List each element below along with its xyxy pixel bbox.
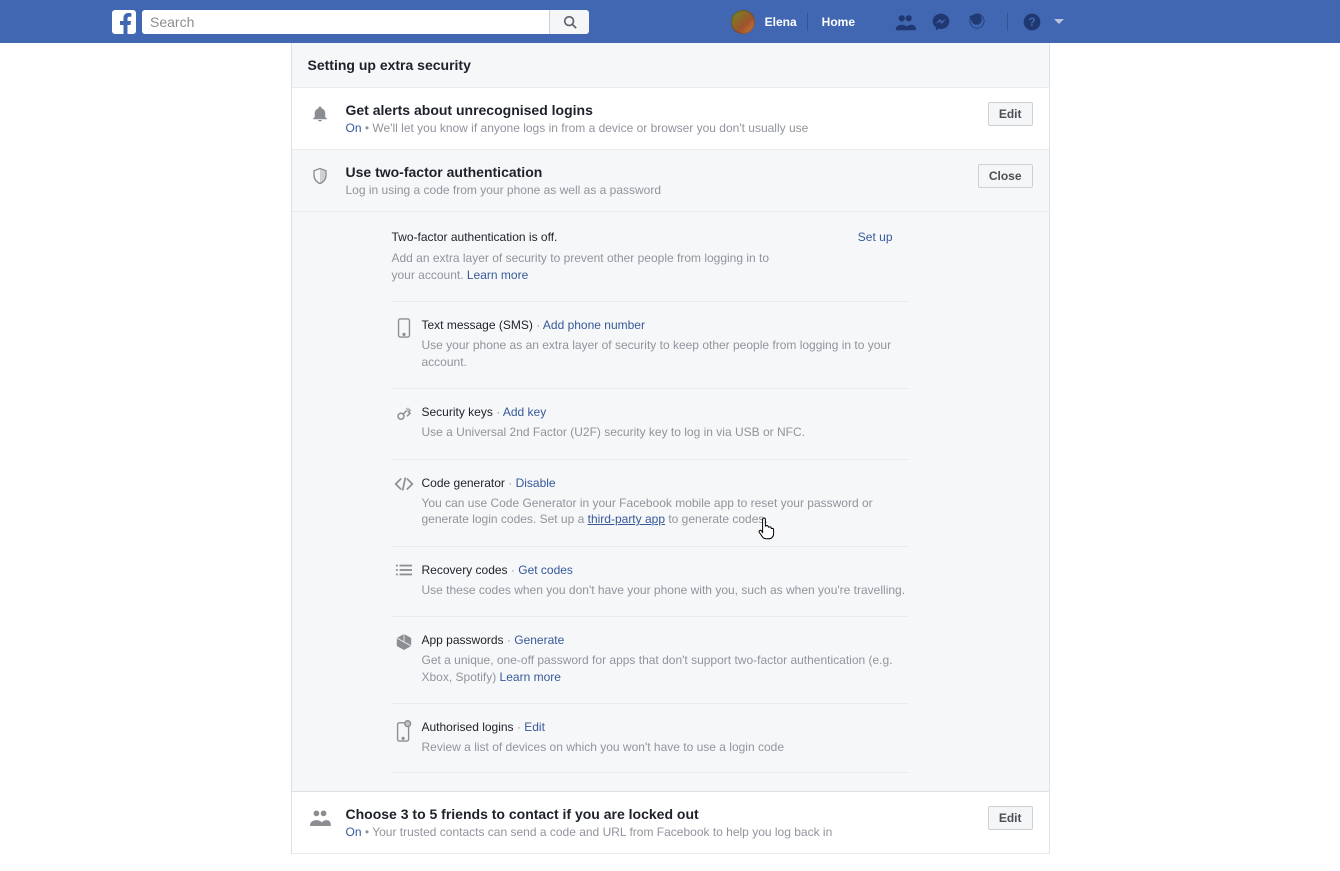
recovery-desc: Use these codes when you don't have your… <box>422 582 909 599</box>
keys-title: Security keys <box>422 405 493 419</box>
avatar[interactable] <box>731 10 755 34</box>
home-link[interactable]: Home <box>814 15 863 29</box>
cube-icon <box>392 633 416 685</box>
friend-requests-icon[interactable] <box>893 10 917 34</box>
search-button[interactable] <box>549 10 589 34</box>
topbar-right: Elena Home ? <box>731 0 1340 43</box>
account-menu-caret[interactable] <box>1054 19 1064 24</box>
apppw-learn-more-link[interactable]: Learn more <box>500 670 561 684</box>
topbar: Elena Home ? <box>0 0 1340 43</box>
trusted-desc: Your trusted contacts can send a code an… <box>372 825 832 839</box>
method-app-passwords: App passwords · Generate Get a unique, o… <box>392 616 909 685</box>
tfa-learn-more-link[interactable]: Learn more <box>467 268 528 282</box>
method-authorised-logins: Authorised logins · Edit Review a list o… <box>392 703 909 773</box>
recovery-get-codes-link[interactable]: Get codes <box>518 563 573 577</box>
profile-link[interactable]: Elena <box>761 15 801 29</box>
divider <box>1007 13 1008 31</box>
third-party-app-link[interactable]: third-party app <box>588 512 665 526</box>
alerts-desc: We'll let you know if anyone logs in fro… <box>372 121 808 135</box>
tfa-setup-link[interactable]: Set up <box>858 230 1033 283</box>
sms-add-phone-link[interactable]: Add phone number <box>543 318 645 332</box>
tfa-status-line: Two-factor authentication is off. <box>392 230 858 244</box>
codegen-disable-link[interactable]: Disable <box>516 476 556 490</box>
key-icon <box>392 405 416 441</box>
divider <box>807 13 808 31</box>
code-icon <box>392 476 416 528</box>
trusted-contacts-card: Choose 3 to 5 friends to contact if you … <box>292 791 1049 854</box>
alerts-edit-button[interactable]: Edit <box>988 102 1033 126</box>
auth-edit-link[interactable]: Edit <box>524 720 545 734</box>
apppw-desc: Get a unique, one-off password for apps … <box>422 652 909 685</box>
alerts-card: Get alerts about unrecognised logins On … <box>292 88 1049 150</box>
trusted-status: On <box>346 825 362 839</box>
list-icon <box>392 563 416 599</box>
apppw-title: App passwords <box>422 633 504 647</box>
alerts-title: Get alerts about unrecognised logins <box>346 102 988 118</box>
tfa-status-desc: Add an extra layer of security to preven… <box>392 250 772 283</box>
alerts-status: On <box>346 121 362 135</box>
friends-icon <box>308 808 332 826</box>
search-input[interactable] <box>142 10 549 34</box>
trusted-edit-button[interactable]: Edit <box>988 806 1033 830</box>
tfa-sub: Log in using a code from your phone as w… <box>346 183 662 197</box>
tfa-close-button[interactable]: Close <box>978 164 1033 188</box>
notifications-icon[interactable] <box>965 10 989 34</box>
auth-title: Authorised logins <box>422 720 514 734</box>
codegen-title: Code generator <box>422 476 505 490</box>
shield-icon <box>308 166 332 186</box>
codegen-desc: You can use Code Generator in your Faceb… <box>422 495 909 528</box>
search-bar <box>142 10 589 34</box>
method-recovery-codes: Recovery codes · Get codes Use these cod… <box>392 546 909 599</box>
facebook-logo[interactable] <box>112 10 136 34</box>
trusted-title: Choose 3 to 5 friends to contact if you … <box>346 806 988 822</box>
messenger-icon[interactable] <box>929 10 953 34</box>
auth-desc: Review a list of devices on which you wo… <box>422 739 909 756</box>
method-sms: Text message (SMS) · Add phone number Us… <box>392 301 909 370</box>
tfa-title: Use two-factor authentication <box>346 164 978 180</box>
tfa-card: Use two-factor authentication Log in usi… <box>292 150 1049 791</box>
keys-desc: Use a Universal 2nd Factor (U2F) securit… <box>422 424 909 441</box>
section-header: Setting up extra security <box>292 43 1049 88</box>
recovery-title: Recovery codes <box>422 563 508 577</box>
search-icon <box>563 15 577 29</box>
bell-icon <box>308 104 332 124</box>
sms-desc: Use your phone as an extra layer of secu… <box>422 337 909 370</box>
method-code-generator: Code generator · Disable You can use Cod… <box>392 459 909 528</box>
apppw-generate-link[interactable]: Generate <box>514 633 564 647</box>
svg-text:?: ? <box>1028 16 1035 29</box>
sms-title: Text message (SMS) <box>422 318 533 332</box>
device-badge-icon <box>392 720 416 756</box>
phone-icon <box>392 318 416 370</box>
keys-add-link[interactable]: Add key <box>503 405 546 419</box>
help-icon[interactable]: ? <box>1020 10 1044 34</box>
method-security-keys: Security keys · Add key Use a Universal … <box>392 388 909 441</box>
